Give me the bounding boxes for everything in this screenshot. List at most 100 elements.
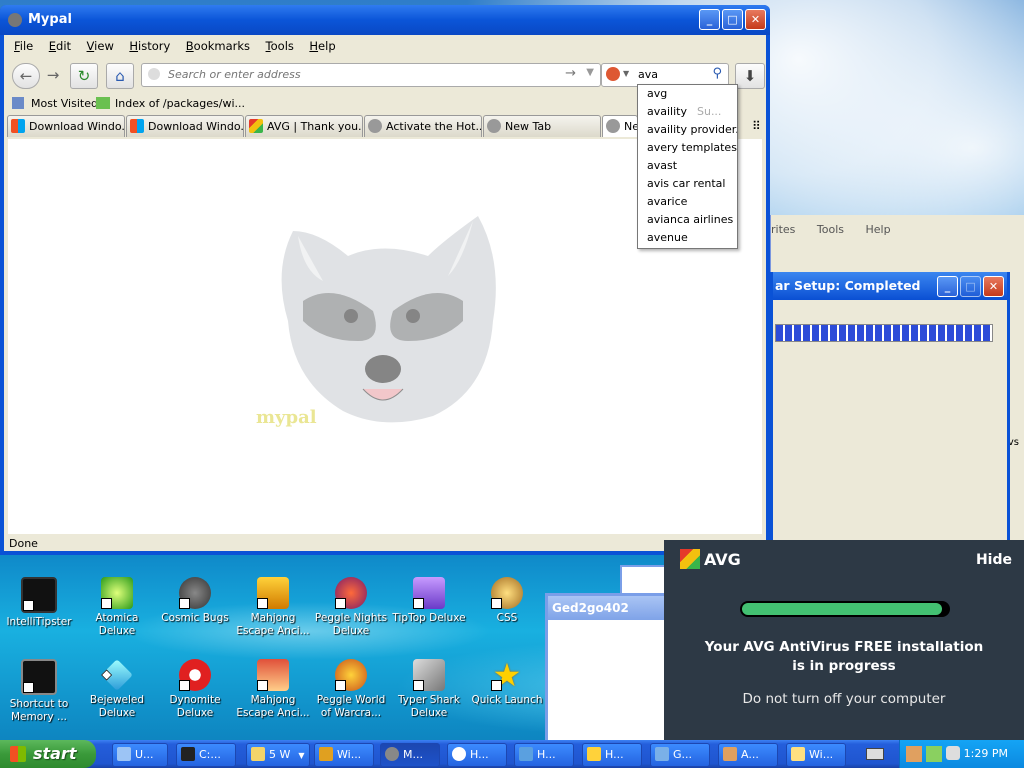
desktop-icon-mahjong-2[interactable]: Mahjong Escape Anci... xyxy=(234,659,312,720)
windows-flag-icon xyxy=(10,746,26,762)
suggestion-item[interactable]: avast xyxy=(638,157,737,175)
windows-logo-icon xyxy=(130,119,144,133)
downloads-button[interactable]: ⬇ xyxy=(735,63,765,89)
css-satellite-icon xyxy=(491,577,523,609)
taskbar-button[interactable]: H... xyxy=(447,743,507,767)
desktop-icon-mahjong-1[interactable]: Mahjong Escape Anci... xyxy=(234,577,312,638)
desktop-icon-atomica[interactable]: Atomica Deluxe xyxy=(78,577,156,638)
globe-icon xyxy=(368,119,382,133)
taskbar-button[interactable]: H... xyxy=(582,743,642,767)
avg-tray-icon[interactable] xyxy=(906,746,922,762)
desktop-icon-cosmic-bugs[interactable]: Cosmic Bugs xyxy=(156,577,234,625)
mahjong-gate-icon xyxy=(257,659,289,691)
avg-subtext: Do not turn off your computer xyxy=(742,691,946,707)
ged-window[interactable]: Ged2go402 xyxy=(545,593,671,746)
tab-download-windows-2[interactable]: Download Windo... xyxy=(126,115,244,137)
home-button[interactable]: ⌂ xyxy=(106,63,134,89)
menu-file[interactable]: File xyxy=(8,37,39,55)
menu-tools[interactable]: Tools xyxy=(260,37,300,55)
taskbar-button[interactable]: H... xyxy=(514,743,574,767)
tiptop-icon xyxy=(413,577,445,609)
volume-tray-icon[interactable] xyxy=(946,746,960,760)
window-icon xyxy=(791,747,805,761)
suggestion-item[interactable]: avarice xyxy=(638,193,737,211)
atomica-icon xyxy=(101,577,133,609)
browser-title: Mypal xyxy=(28,12,72,27)
taskbar-button[interactable]: C:... xyxy=(176,743,236,767)
minimize-button[interactable]: _ xyxy=(699,9,720,30)
url-bar[interactable]: → ▼ xyxy=(141,63,601,87)
maximize-button[interactable]: □ xyxy=(722,9,743,30)
tab-new-tab[interactable]: New Tab xyxy=(483,115,601,137)
menu-help[interactable]: Help xyxy=(303,37,341,55)
suggestion-item[interactable]: avianca airlines xyxy=(638,211,737,229)
keyboard-icon[interactable] xyxy=(866,748,884,760)
bookmark-most-visited[interactable]: Most Visited xyxy=(31,97,98,110)
desktop-icon-tiptop[interactable]: TipTop Deluxe xyxy=(390,577,468,625)
menu-bookmarks[interactable]: Bookmarks xyxy=(180,37,256,55)
taskbar: start U... C:... 5 W ▼ Wi... M... H... H.… xyxy=(0,740,1024,768)
suggestion-item[interactable]: avis car rental xyxy=(638,175,737,193)
taskbar-button[interactable]: G... xyxy=(650,743,710,767)
back-button[interactable]: ← xyxy=(12,63,40,89)
menu-bar: File Edit View History Bookmarks Tools H… xyxy=(4,35,766,55)
close-button[interactable]: ✕ xyxy=(983,276,1004,297)
start-button[interactable]: start xyxy=(0,740,96,768)
search-icon[interactable]: ⚲ xyxy=(712,66,722,81)
mahjong-icon xyxy=(257,577,289,609)
desktop-icon-bejeweled[interactable]: Bejeweled Deluxe xyxy=(78,659,156,720)
hide-button[interactable]: Hide xyxy=(976,552,1012,568)
desktop-icon-peggle-world[interactable]: Peggle World of Warcra... xyxy=(312,659,390,720)
minimize-button[interactable]: _ xyxy=(937,276,958,297)
setup-titlebar[interactable]: ar Setup: Completed _ □ ✕ xyxy=(773,272,1007,300)
avg-icon xyxy=(723,747,737,761)
page-icon xyxy=(148,68,160,80)
clock: 1:29 PM xyxy=(963,747,1008,760)
suggestion-item[interactable]: avg xyxy=(638,85,737,103)
taskbar-button[interactable]: Wi... xyxy=(314,743,374,767)
taskbar-button[interactable]: Wi... xyxy=(786,743,846,767)
download-arrow-icon: ⬇ xyxy=(743,67,757,85)
forward-button[interactable]: → xyxy=(40,63,66,87)
desktop-icon-intellitipster[interactable]: IntelliTipster xyxy=(0,577,78,629)
taskbar-button[interactable]: 5 W ▼ xyxy=(246,743,310,767)
bejeweled-gem-icon xyxy=(101,659,133,691)
suggestion-item[interactable]: availity provider... xyxy=(638,121,737,139)
suggestion-item[interactable]: avenue xyxy=(638,229,737,247)
tab-download-windows-1[interactable]: Download Windo... xyxy=(7,115,125,137)
tab-activate-hot[interactable]: Activate the Hot... xyxy=(364,115,482,137)
taskbar-button[interactable]: U... xyxy=(112,743,168,767)
duckduckgo-icon[interactable] xyxy=(606,67,620,81)
suggestion-item[interactable]: avery templates xyxy=(638,139,737,157)
maximize-button[interactable]: □ xyxy=(960,276,981,297)
url-input[interactable] xyxy=(166,67,550,82)
taskbar-button[interactable]: A... xyxy=(718,743,778,767)
network-tray-icon[interactable] xyxy=(926,746,942,762)
typer-shark-icon xyxy=(413,659,445,691)
taskbar-button-mypal[interactable]: M... xyxy=(380,743,440,767)
tab-grid-icon[interactable]: ⠿ xyxy=(752,119,761,133)
desktop-icon-dynomite[interactable]: Dynomite Deluxe xyxy=(156,659,234,720)
desktop-icon-memory-shortcut[interactable]: Shortcut to Memory ... xyxy=(0,659,78,724)
setup-window[interactable]: ar Setup: Completed _ □ ✕ xyxy=(770,272,1010,545)
desktop-icon-css[interactable]: CSS xyxy=(468,577,546,625)
tab-avg-thank-you[interactable]: AVG | Thank you... xyxy=(245,115,363,137)
search-input[interactable] xyxy=(636,67,710,82)
desktop-icon-quick-launch[interactable]: ★ Quick Launch xyxy=(468,659,546,707)
suggestion-item[interactable]: availity Su... xyxy=(638,103,737,121)
menu-history[interactable]: History xyxy=(123,37,176,55)
menu-edit[interactable]: Edit xyxy=(43,37,77,55)
tab-new-tab-active[interactable]: Ne xyxy=(602,115,638,137)
avg-logo-icon xyxy=(680,549,700,569)
go-arrow-icon[interactable]: → xyxy=(565,66,576,81)
dropdown-icon[interactable]: ▼ xyxy=(586,67,594,78)
desktop-icon-typer-shark[interactable]: Typer Shark Deluxe xyxy=(390,659,468,720)
menu-view[interactable]: View xyxy=(81,37,120,55)
desktop-icon-peggle-nights[interactable]: Peggle Nights Deluxe xyxy=(312,577,390,638)
reload-button[interactable]: ↻ xyxy=(70,63,98,89)
bookmark-index-packages[interactable]: Index of /packages/wi... xyxy=(115,97,245,110)
globe-icon xyxy=(606,119,620,133)
browser-titlebar[interactable]: Mypal _ □ ✕ xyxy=(0,5,770,35)
close-button[interactable]: ✕ xyxy=(745,9,766,30)
most-visited-icon xyxy=(12,97,24,109)
